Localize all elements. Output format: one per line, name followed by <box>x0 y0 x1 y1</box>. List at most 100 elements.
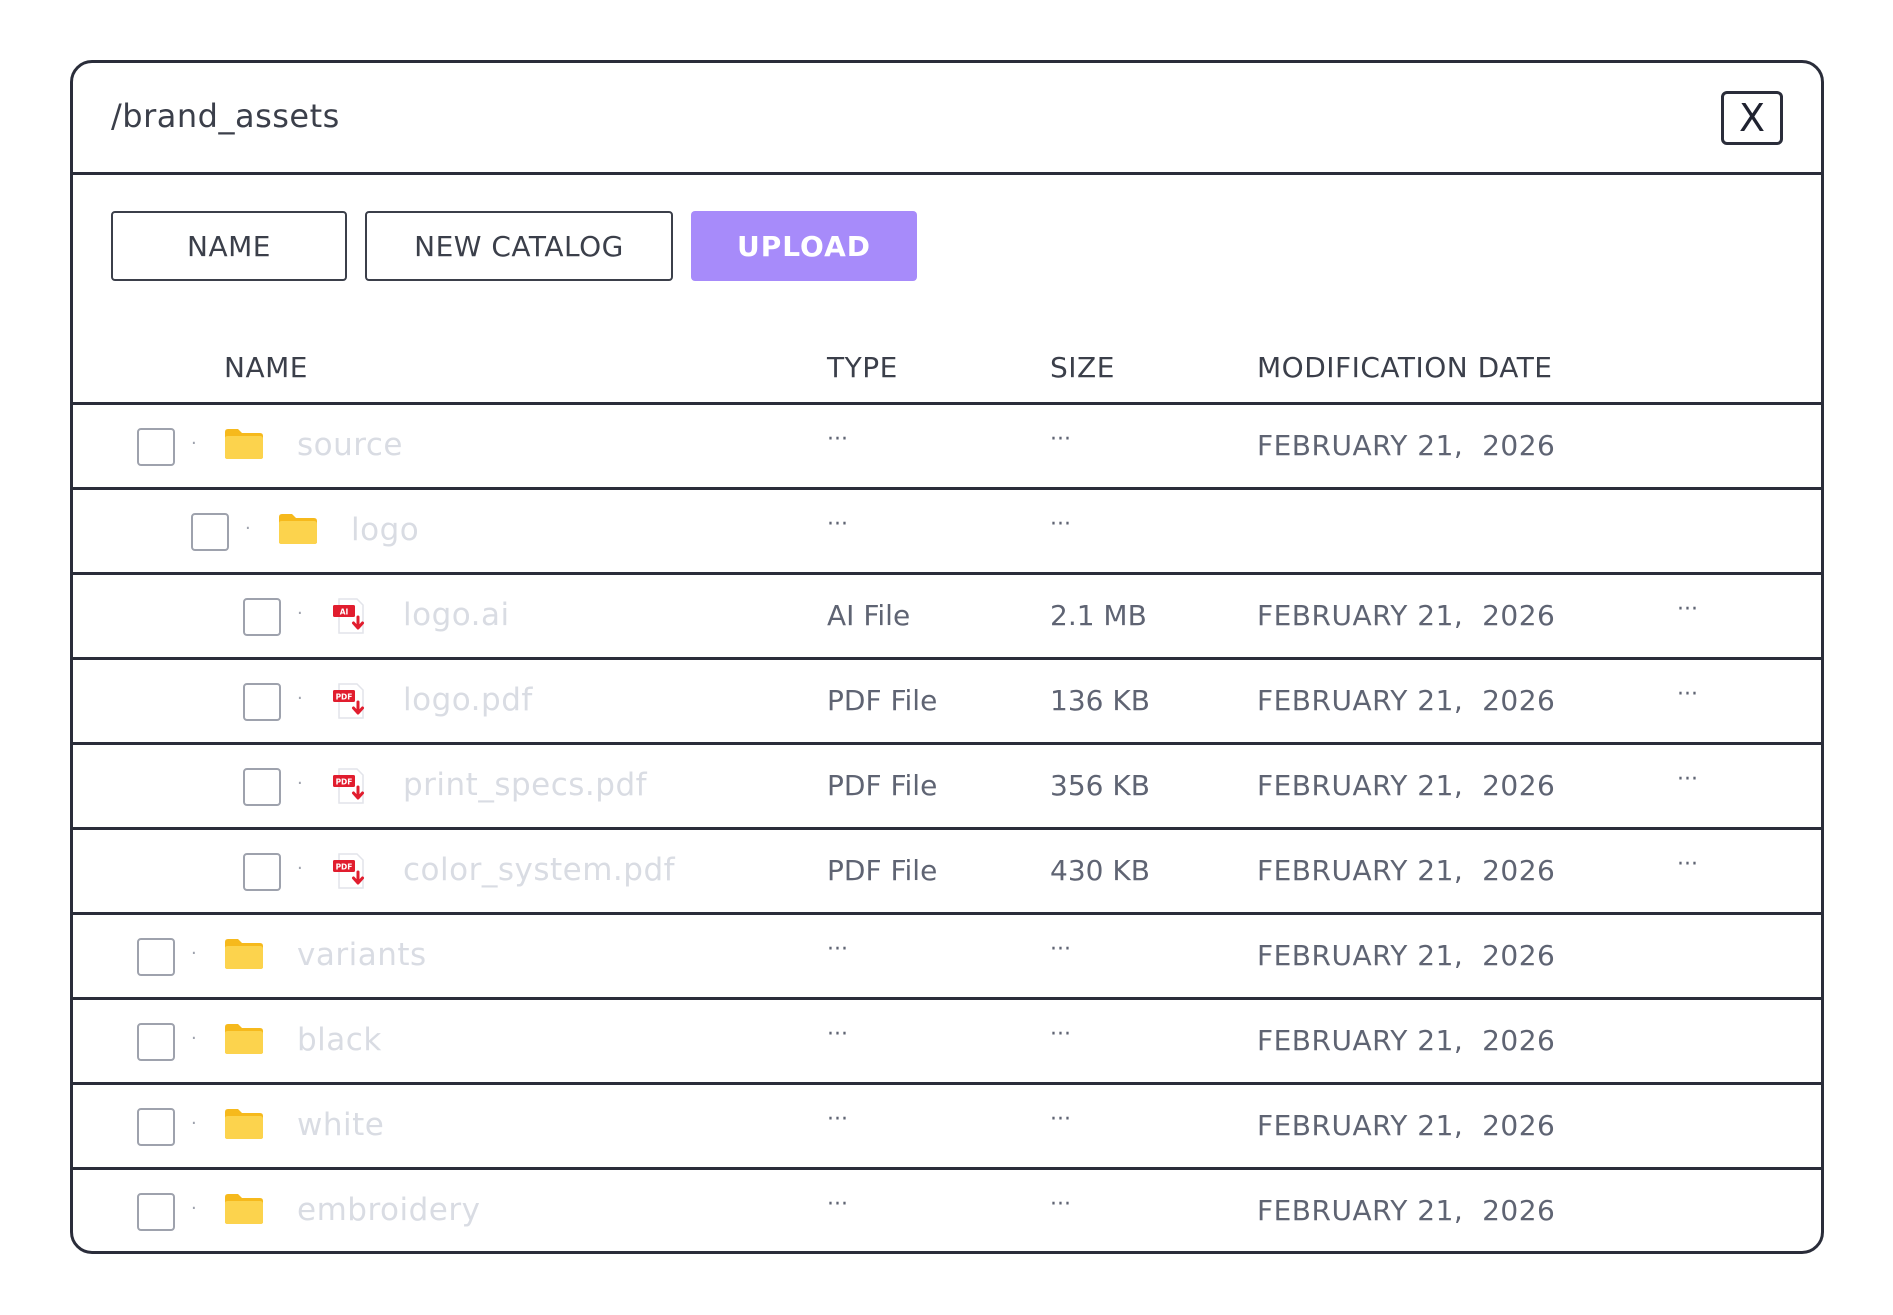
tree-connector: · <box>297 688 303 709</box>
file-type: ··· <box>827 937 848 962</box>
toolbar: NAME NEW CATALOG UPLOAD <box>111 211 917 281</box>
file-size: ··· <box>1050 1192 1071 1217</box>
file-size: 2.1 MB <box>1050 599 1147 632</box>
file-browser-window: /brand_assets X NAME NEW CATALOG UPLOAD … <box>70 60 1824 1254</box>
table-row[interactable]: · embroidery ··· ··· FEBRUARY 21, 2026 <box>73 1170 1821 1251</box>
file-type: ··· <box>827 1022 848 1047</box>
title-bar: /brand_assets X <box>73 63 1821 175</box>
row-checkbox[interactable] <box>243 683 281 721</box>
tree-connector: · <box>191 943 197 964</box>
file-size: 136 KB <box>1050 684 1150 717</box>
row-checkbox[interactable] <box>137 938 175 976</box>
table-row[interactable]: · PDF logo.pdf PDF File 136 KB FEBRUARY 21, 2… <box>73 660 1821 745</box>
file-type: AI File <box>827 599 911 632</box>
tree-connector: · <box>191 1198 197 1219</box>
pdf-file-icon: PDF <box>333 768 364 804</box>
tree-connector: · <box>297 858 303 879</box>
file-type: PDF File <box>827 854 938 887</box>
file-name[interactable]: logo.pdf <box>403 682 533 718</box>
folder-icon <box>225 429 263 459</box>
table-row[interactable]: · black ··· ··· FEBRUARY 21, 2026 <box>73 1000 1821 1085</box>
file-name[interactable]: white <box>297 1107 384 1143</box>
svg-text:PDF: PDF <box>336 863 353 872</box>
modification-date: FEBRUARY 21, 2026 <box>1257 684 1556 717</box>
table-row[interactable]: · PDF print_specs.pdf PDF File 356 KB FEBRUAR… <box>73 745 1821 830</box>
row-checkbox[interactable] <box>137 1193 175 1231</box>
tree-connector: · <box>191 433 197 454</box>
modification-date: FEBRUARY 21, 2026 <box>1257 1109 1556 1142</box>
file-type: ··· <box>827 427 848 452</box>
row-checkbox[interactable] <box>243 853 281 891</box>
name-button[interactable]: NAME <box>111 211 347 281</box>
file-name[interactable]: color_system.pdf <box>403 852 675 888</box>
row-checkbox[interactable] <box>137 1108 175 1146</box>
file-type: ··· <box>827 512 848 537</box>
row-checkbox[interactable] <box>137 428 175 466</box>
table-row[interactable]: · variants ··· ··· FEBRUARY 21, 2026 <box>73 915 1821 1000</box>
more-options-button[interactable]: ··· <box>1677 597 1698 622</box>
column-header-type[interactable]: TYPE <box>827 351 898 384</box>
file-size: ··· <box>1050 1022 1071 1047</box>
tree-connector: · <box>191 1028 197 1049</box>
tree-connector: · <box>191 1113 197 1134</box>
file-name[interactable]: logo.ai <box>403 597 510 633</box>
tree-connector: · <box>297 603 303 624</box>
file-name[interactable]: print_specs.pdf <box>403 767 647 803</box>
tree-connector: · <box>297 773 303 794</box>
file-name[interactable]: variants <box>297 937 427 973</box>
table-row[interactable]: · AI logo.ai AI File 2.1 MB FEBRUARY 21, 2026… <box>73 575 1821 660</box>
file-size: ··· <box>1050 937 1071 962</box>
file-type: ··· <box>827 1107 848 1132</box>
upload-button[interactable]: UPLOAD <box>691 211 917 281</box>
row-checkbox[interactable] <box>191 513 229 551</box>
file-type: PDF File <box>827 684 938 717</box>
window-title: /brand_assets <box>111 97 340 135</box>
table-header: NAME TYPE SIZE MODIFICATION DATE <box>73 343 1821 405</box>
file-size: ··· <box>1050 1107 1071 1132</box>
column-header-date[interactable]: MODIFICATION DATE <box>1257 351 1553 384</box>
table-row[interactable]: · logo ··· ··· <box>73 490 1821 575</box>
tree-connector: · <box>245 518 251 539</box>
table-row[interactable]: · PDF color_system.pdf PDF File 430 KB FEBRUA… <box>73 830 1821 915</box>
folder-icon <box>225 1194 263 1224</box>
file-name[interactable]: logo <box>351 512 419 548</box>
modification-date: FEBRUARY 21, 2026 <box>1257 1194 1556 1227</box>
pdf-file-icon: PDF <box>333 853 364 889</box>
file-name[interactable]: source <box>297 427 403 463</box>
row-checkbox[interactable] <box>243 768 281 806</box>
modification-date: FEBRUARY 21, 2026 <box>1257 1024 1556 1057</box>
file-size: 430 KB <box>1050 854 1150 887</box>
row-checkbox[interactable] <box>243 598 281 636</box>
table-row[interactable]: · white ··· ··· FEBRUARY 21, 2026 <box>73 1085 1821 1170</box>
file-size: ··· <box>1050 427 1071 452</box>
folder-icon <box>225 1024 263 1054</box>
more-options-button[interactable]: ··· <box>1677 682 1698 707</box>
file-type: PDF File <box>827 769 938 802</box>
folder-icon <box>225 939 263 969</box>
column-header-size[interactable]: SIZE <box>1050 351 1115 384</box>
modification-date: FEBRUARY 21, 2026 <box>1257 769 1556 802</box>
file-name[interactable]: embroidery <box>297 1192 480 1228</box>
file-name[interactable]: black <box>297 1022 382 1058</box>
more-options-button[interactable]: ··· <box>1677 852 1698 877</box>
row-checkbox[interactable] <box>137 1023 175 1061</box>
file-list: · source ··· ··· FEBRUARY 21, 2026 · logo ··· ··… <box>73 405 1821 1251</box>
svg-text:PDF: PDF <box>336 693 353 702</box>
svg-text:AI: AI <box>340 608 349 617</box>
close-button[interactable]: X <box>1721 91 1783 145</box>
file-size: ··· <box>1050 512 1071 537</box>
file-type: ··· <box>827 1192 848 1217</box>
folder-icon <box>279 514 317 544</box>
folder-icon <box>225 1109 263 1139</box>
svg-text:PDF: PDF <box>336 778 353 787</box>
more-options-button[interactable]: ··· <box>1677 767 1698 792</box>
table-row[interactable]: · source ··· ··· FEBRUARY 21, 2026 <box>73 405 1821 490</box>
column-header-name[interactable]: NAME <box>224 351 308 384</box>
new-catalog-button[interactable]: NEW CATALOG <box>365 211 673 281</box>
modification-date: FEBRUARY 21, 2026 <box>1257 939 1556 972</box>
file-size: 356 KB <box>1050 769 1150 802</box>
modification-date: FEBRUARY 21, 2026 <box>1257 599 1556 632</box>
pdf-file-icon: PDF <box>333 683 364 719</box>
modification-date: FEBRUARY 21, 2026 <box>1257 854 1556 887</box>
ai-file-icon: AI <box>333 598 364 634</box>
